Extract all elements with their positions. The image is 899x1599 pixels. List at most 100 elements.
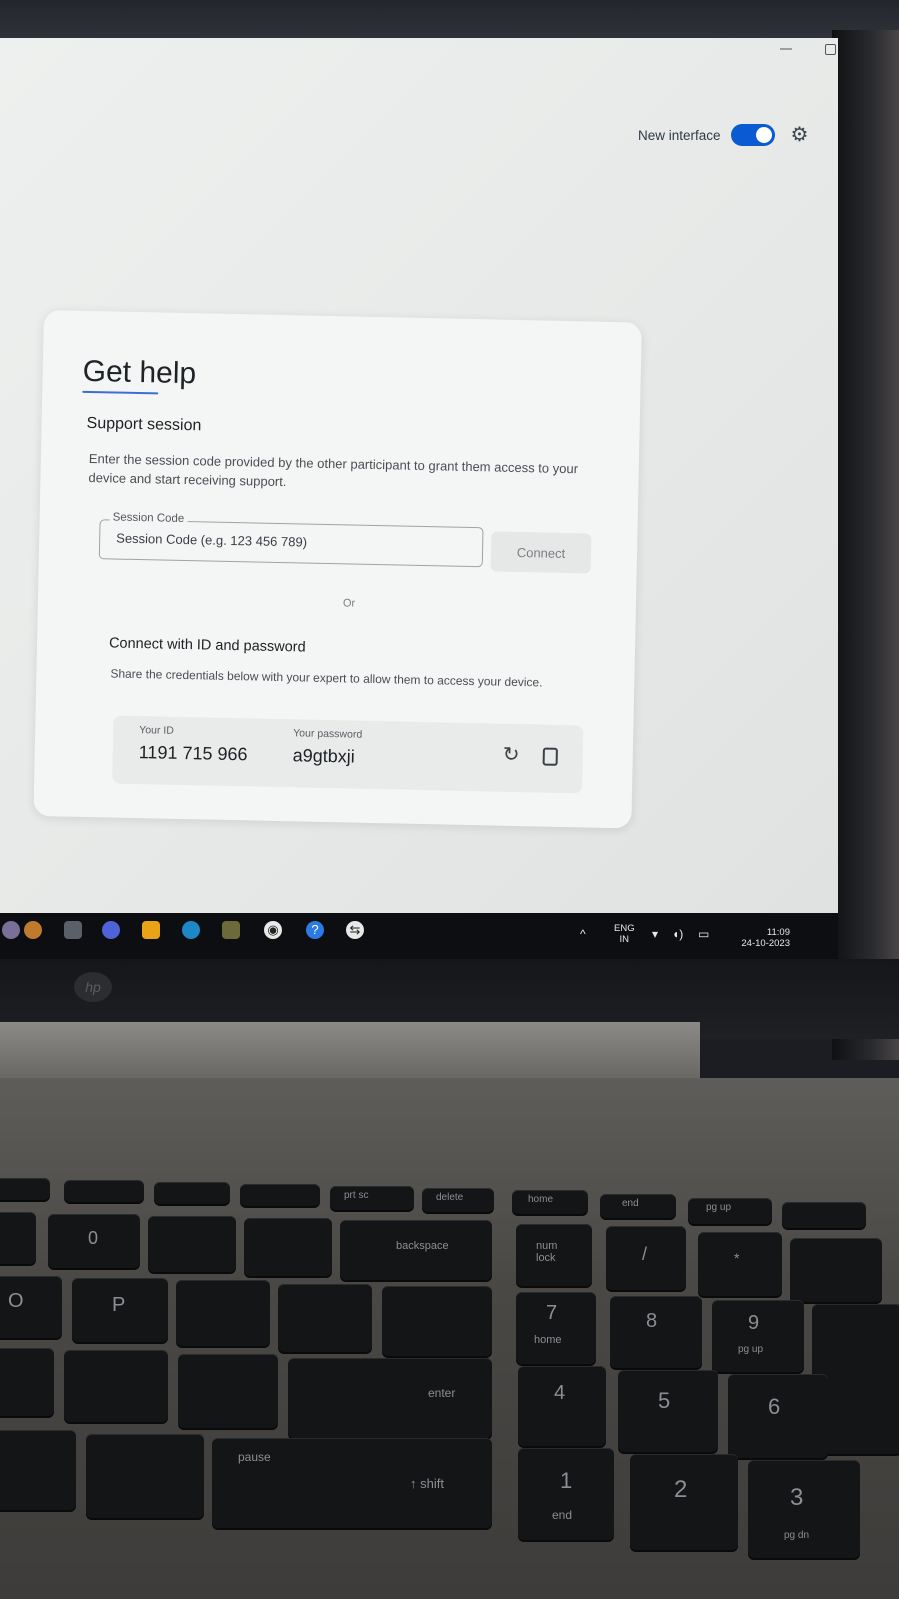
restore-button[interactable]: [825, 44, 836, 55]
credentials-box: Your ID 1191 715 966 Your password a9gtb…: [112, 715, 584, 794]
key-numpad-minus[interactable]: [790, 1238, 882, 1302]
hp-logo: hp: [74, 972, 112, 1002]
key-label: O: [8, 1290, 24, 1312]
clock-time: 11:09: [766, 927, 790, 938]
wifi-icon[interactable]: ▾: [652, 928, 658, 940]
key-numpad-slash[interactable]: /: [606, 1226, 686, 1290]
key-label: 1: [560, 1468, 573, 1493]
your-id-label: Your ID: [139, 724, 174, 737]
key-label: prt sc: [344, 1190, 369, 1201]
refresh-icon[interactable]: ↻: [503, 742, 520, 767]
key-numpad-8[interactable]: 8: [610, 1296, 702, 1368]
key-enter[interactable]: enter: [288, 1358, 492, 1438]
key-semicolon[interactable]: [64, 1350, 168, 1422]
key-label-line: num: [536, 1240, 558, 1252]
key-label: /: [642, 1244, 648, 1264]
key-label: 4: [554, 1382, 566, 1404]
key-f-row[interactable]: [240, 1184, 320, 1206]
key-numpad-4[interactable]: 4: [518, 1366, 606, 1446]
key-delete[interactable]: delete: [422, 1188, 494, 1212]
key-period[interactable]: [0, 1430, 76, 1510]
key-pg-up[interactable]: pg up: [688, 1198, 772, 1224]
key-label: 2: [674, 1476, 688, 1503]
minimize-button[interactable]: [780, 48, 792, 50]
key-label: ↑ shift: [410, 1476, 444, 1491]
key-label: delete: [436, 1192, 464, 1203]
key-f-row[interactable]: [154, 1182, 230, 1204]
key-quote[interactable]: [178, 1354, 278, 1428]
key-end[interactable]: end: [600, 1194, 676, 1218]
key-numpad-2[interactable]: 2: [630, 1454, 738, 1550]
key-num-lock[interactable]: num lock: [516, 1224, 592, 1286]
key-label: end: [622, 1198, 639, 1209]
key-label: backspace: [396, 1240, 449, 1252]
key-label: 5: [658, 1388, 671, 1413]
file-explorer-icon[interactable]: [142, 921, 160, 939]
key-numpad-star[interactable]: *: [698, 1232, 782, 1296]
key-slash[interactable]: [86, 1434, 204, 1518]
connect-button[interactable]: Connect: [490, 531, 592, 574]
widgets-icon[interactable]: [24, 921, 42, 939]
key-numpad-1[interactable]: 1 end: [518, 1448, 614, 1540]
key-label: P: [112, 1294, 126, 1316]
battery-icon[interactable]: ▭: [698, 928, 709, 940]
clock[interactable]: 11:09 24-10-2023: [730, 927, 790, 949]
store-icon[interactable]: [222, 921, 240, 939]
key-pg-dn[interactable]: [782, 1202, 866, 1228]
key-open-bracket[interactable]: [176, 1280, 270, 1346]
key-sublabel: pg dn: [784, 1530, 810, 1541]
your-id-value: 1191 715 966: [138, 742, 248, 765]
quick-assist-icon[interactable]: ⇆: [346, 921, 364, 939]
key-equals[interactable]: [244, 1218, 332, 1276]
key-p[interactable]: P: [72, 1278, 168, 1342]
app-icon[interactable]: ◉: [264, 921, 282, 939]
region-code: IN: [619, 934, 630, 945]
start-icon[interactable]: [2, 921, 20, 939]
key-sublabel: home: [534, 1334, 562, 1346]
key-label: 0: [88, 1228, 99, 1248]
session-code-input[interactable]: Session Code (e.g. 123 456 789): [98, 519, 484, 568]
key-numpad-7[interactable]: 7 home: [516, 1292, 596, 1364]
screen-bezel-right: [832, 30, 899, 1060]
key-f-row[interactable]: [0, 1178, 50, 1200]
key-label: *: [734, 1250, 740, 1266]
new-interface-toggle[interactable]: [730, 124, 775, 146]
key-prt-sc[interactable]: prt sc: [330, 1186, 414, 1210]
key-numpad-9[interactable]: 9 pg up: [712, 1300, 804, 1372]
task-view-icon[interactable]: [64, 921, 82, 939]
gear-icon[interactable]: ⚙: [791, 125, 809, 145]
clock-date: 24-10-2023: [741, 938, 790, 949]
key-numpad-5[interactable]: 5: [618, 1370, 718, 1452]
key-label: 3: [790, 1484, 804, 1511]
key-backslash[interactable]: [382, 1286, 492, 1356]
copy-icon[interactable]: [542, 747, 558, 766]
help-icon[interactable]: ?: [306, 921, 324, 939]
key-f-row[interactable]: [64, 1180, 144, 1202]
key-home[interactable]: home: [512, 1190, 588, 1214]
key-label: 6: [768, 1394, 781, 1419]
key-label: 7: [546, 1302, 558, 1324]
key-label: pg up: [706, 1202, 732, 1213]
new-interface-label: New interface: [638, 127, 721, 143]
key-numpad-3[interactable]: 3 pg dn: [748, 1460, 860, 1558]
language-indicator[interactable]: ENG IN: [614, 923, 635, 945]
key-0[interactable]: 0: [48, 1214, 140, 1268]
key-close-bracket[interactable]: [278, 1284, 372, 1352]
id-password-heading: Connect with ID and password: [108, 635, 306, 656]
toggle-knob: [755, 127, 772, 143]
key-sublabel: end: [552, 1508, 573, 1522]
key-l[interactable]: [0, 1348, 54, 1416]
volume-icon[interactable]: ◖): [672, 928, 683, 940]
chevron-up-icon[interactable]: ^: [580, 928, 586, 940]
edge-icon[interactable]: [182, 921, 200, 939]
key-backspace[interactable]: backspace: [340, 1220, 492, 1280]
id-password-description: Share the credentials below with your ex…: [110, 666, 543, 690]
key-numpad-6[interactable]: 6: [728, 1374, 828, 1458]
key-9[interactable]: [0, 1212, 36, 1264]
app-window: New interface ⚙ Get help Support session…: [0, 38, 838, 913]
key-o[interactable]: O: [0, 1276, 62, 1338]
teams-icon[interactable]: [102, 921, 120, 939]
key-minus[interactable]: [148, 1216, 236, 1272]
key-right-shift[interactable]: pause ↑ shift: [212, 1438, 492, 1528]
interface-toggle-bar: New interface ⚙: [638, 124, 808, 146]
